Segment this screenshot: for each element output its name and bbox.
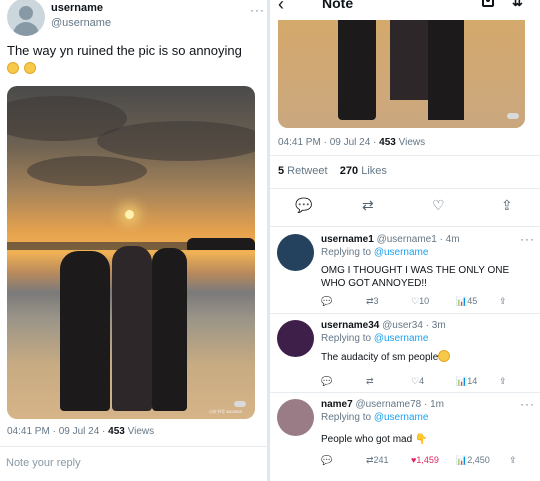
grimacing-face-icon	[23, 62, 36, 74]
xiaohongshu-badge-icon	[234, 401, 246, 407]
photo-watermark: 小红书号 3603958	[209, 409, 242, 414]
reply-text: OMG I THOUGHT I WAS THE ONLY ONE WHO GOT…	[321, 265, 510, 289]
reply-text: The audacity of sm people	[321, 350, 531, 364]
reply-item[interactable]: name7 @username78 · 1m ··· Replying to @…	[270, 397, 540, 471]
reply-header: name7 @username78 · 1m	[321, 399, 445, 410]
reply-item[interactable]: username34 @user34 · 3m Replying to @use…	[270, 320, 540, 390]
post-meta: 04:41 PM · 09 Jul 24 · 453 Views	[7, 426, 155, 437]
post-photo[interactable]: 小红书号 3603958	[7, 86, 255, 419]
like-count[interactable]: 270	[340, 165, 358, 177]
xiaohongshu-badge-icon	[507, 113, 519, 119]
page-title: Note	[322, 0, 354, 11]
reply-icon[interactable]: 💬	[321, 376, 332, 387]
views-button[interactable]: 📊 45	[456, 296, 477, 307]
more-options-icon[interactable]: ···	[520, 232, 535, 246]
pointing-hand-icon: 👇	[414, 434, 428, 445]
back-arrow-icon[interactable]: ‹	[278, 0, 284, 15]
grimacing-face-icon	[7, 62, 19, 74]
reply-actions: 💬 ⇄ 3 ♡ 10 📊 45 ⇪	[321, 296, 536, 310]
views-button[interactable]: 📊 2,450	[456, 455, 490, 466]
reply-actions: 💬 ⇄ ♡ 4 📊 14 ⇪	[321, 376, 536, 390]
views-button[interactable]: 📊 14	[456, 376, 477, 387]
left-post-panel: username @username ··· The way yn ruined…	[0, 0, 267, 481]
more-options-icon[interactable]: ···	[250, 3, 265, 17]
grimacing-face-icon	[438, 350, 451, 362]
reply-text: People who got mad 👇	[321, 434, 428, 445]
share-icon[interactable]: ⇪	[509, 455, 517, 466]
avatar[interactable]	[277, 234, 314, 271]
replying-to: Replying to @username	[321, 412, 429, 423]
post-handle[interactable]: @username	[51, 17, 111, 29]
engagement-stats: 5 Retweet 270 Likes	[278, 165, 387, 177]
more-options-icon[interactable]: ···	[520, 397, 535, 411]
reply-icon[interactable]: 💬	[321, 296, 332, 307]
reply-icon[interactable]: 💬	[321, 455, 332, 466]
reply-item[interactable]: username1 @username1 · 4m ··· Replying t…	[270, 232, 540, 314]
camera-icon[interactable]	[482, 0, 494, 7]
retweet-icon[interactable]: ⇄	[362, 197, 374, 214]
like-button[interactable]: ♡ 4	[411, 376, 424, 387]
avatar[interactable]	[277, 320, 314, 357]
main-action-bar: 💬 ⇄ ♡ ⇪	[270, 190, 540, 220]
thread-meta: 04:41 PM · 09 Jul 24 · 453 Views	[278, 137, 426, 148]
right-thread-panel: ‹ Note ⇊ 04:41 PM · 09 Jul 24 · 453 View…	[270, 0, 540, 481]
share-icon[interactable]: ⇪	[499, 296, 507, 307]
replying-to: Replying to @username	[321, 247, 429, 258]
reply-actions: 💬 ⇄ 241 ♥ 1,459 📊 2,450 ⇪	[321, 455, 536, 469]
share-icon[interactable]: ⇪	[501, 197, 513, 214]
heart-icon[interactable]: ♡	[432, 197, 445, 214]
post-username[interactable]: username	[51, 2, 103, 14]
post-text-body: The way yn ruined the pic is so annoying	[7, 43, 242, 58]
reply-box[interactable]: Note your reply	[0, 446, 267, 481]
reply-header: username34 @user34 · 3m	[321, 320, 446, 331]
post-header: username @username ···	[7, 0, 264, 38]
retweet-button[interactable]: ⇄ 241	[366, 455, 389, 466]
reply-input[interactable]: Note your reply	[6, 457, 81, 469]
post-text: The way yn ruined the pic is so annoying	[7, 42, 262, 76]
retweet-button[interactable]: ⇄ 3	[366, 296, 379, 307]
replying-to: Replying to @username	[321, 333, 429, 344]
avatar[interactable]	[277, 399, 314, 436]
retweet-icon[interactable]: ⇄	[366, 376, 374, 387]
like-button[interactable]: ♡ 10	[411, 296, 429, 307]
top-bar: ‹ Note ⇊	[270, 0, 540, 20]
like-button[interactable]: ♥ 1,459	[411, 455, 439, 465]
share-icon[interactable]: ⇪	[499, 376, 507, 387]
reply-icon[interactable]: 💬	[295, 197, 312, 214]
sort-icon[interactable]: ⇊	[512, 0, 523, 10]
avatar[interactable]	[7, 0, 45, 36]
reply-header: username1 @username1 · 4m	[321, 234, 460, 245]
